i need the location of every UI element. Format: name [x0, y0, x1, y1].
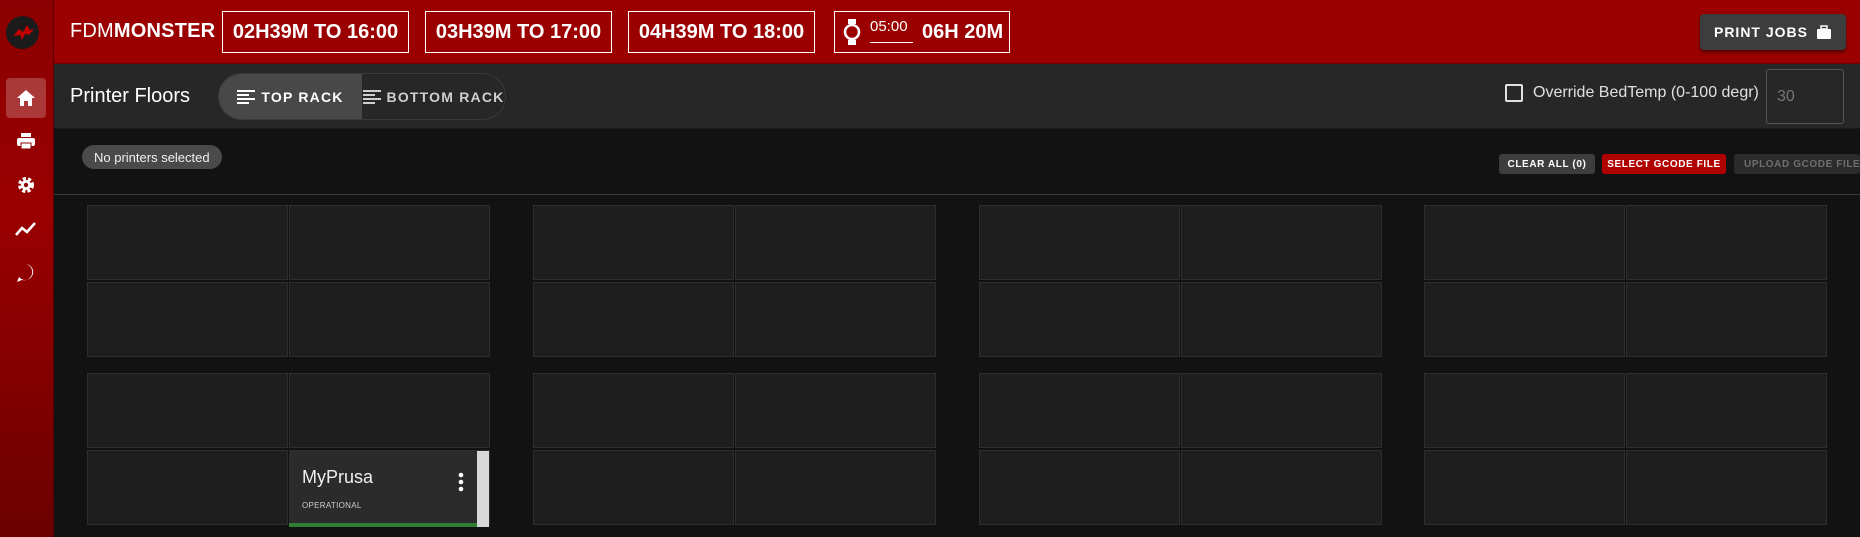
text-lines-icon — [362, 89, 381, 104]
shift-time-label: 03H39M TO 17:00 — [435, 20, 602, 43]
shift-time-label: 02H39M TO 16:00 — [232, 20, 399, 43]
top-bar: FDMMONSTER 02H39M TO 16:00 03H39M TO 17:… — [54, 0, 1860, 64]
cutoff-divider — [870, 42, 913, 43]
dragon-logo-icon — [12, 24, 34, 40]
printer-slot[interactable] — [1181, 282, 1382, 357]
svg-text:?: ? — [23, 268, 30, 280]
floor-label: BOTTOM RACK — [386, 88, 505, 105]
printer-slot[interactable] — [533, 450, 734, 525]
printer-slot[interactable] — [735, 205, 936, 280]
shift-time-box: 03H39M TO 17:00 — [425, 11, 612, 53]
chart-line-icon — [15, 222, 36, 236]
sidebar: ? — [0, 0, 54, 537]
printer-status-bar — [289, 523, 477, 527]
printer-slot[interactable] — [735, 373, 936, 448]
printer-slot[interactable] — [289, 373, 490, 448]
brand-prefix: FDM — [70, 20, 114, 42]
printer-progress-bar — [477, 451, 489, 527]
printer-slot[interactable] — [735, 282, 936, 357]
sidebar-item-settings[interactable] — [6, 165, 46, 205]
printer-slot[interactable] — [1626, 205, 1827, 280]
printer-slot[interactable] — [1181, 373, 1382, 448]
printer-slot[interactable] — [87, 373, 288, 448]
floor-label: TOP RACK — [261, 88, 344, 105]
override-bedtemp-label: Override BedTemp (0-100 degr) — [1533, 84, 1759, 101]
printer-slot[interactable] — [1626, 373, 1827, 448]
text-lines-icon — [237, 89, 256, 104]
printer-slot[interactable] — [533, 205, 734, 280]
app-brand: FDMMONSTER — [70, 20, 215, 43]
sidebar-item-home[interactable] — [6, 78, 46, 118]
printer-slot[interactable] — [1424, 282, 1625, 357]
sidebar-item-statistics[interactable] — [6, 209, 46, 249]
printer-slot[interactable] — [1424, 373, 1625, 448]
print-jobs-button[interactable]: PRINT JOBS — [1700, 14, 1846, 50]
printer-slot[interactable] — [979, 373, 1180, 448]
printer-name: MyPrusa — [302, 467, 374, 487]
printer-tile[interactable]: MyPrusa OPERATIONAL — [289, 451, 489, 527]
shift-time-box: 02H39M TO 16:00 — [222, 11, 409, 53]
help-icon: ? — [17, 264, 34, 282]
printer-slot[interactable] — [979, 282, 1180, 357]
gear-icon — [18, 177, 34, 193]
selection-chip: No printers selected — [82, 145, 222, 169]
printer-slot[interactable] — [1424, 450, 1625, 525]
printer-slot[interactable] — [1181, 450, 1382, 525]
cutoff-time-box: 05:00 06H 20M — [834, 11, 1010, 53]
override-bedtemp-checkbox[interactable] — [1505, 84, 1523, 102]
printer-slot[interactable] — [87, 205, 288, 280]
override-bedtemp: Override BedTemp (0-100 degr) — [1505, 84, 1759, 102]
page-title: Printer Floors — [70, 85, 191, 107]
sidebar-item-help[interactable]: ? — [6, 253, 46, 293]
home-icon — [17, 90, 35, 106]
tab-top-rack[interactable]: TOP RACK — [219, 74, 362, 119]
printer-slot[interactable] — [1626, 450, 1827, 525]
brand-name: MONSTER — [113, 20, 216, 42]
cutoff-time: 05:00 — [870, 18, 908, 35]
watch-icon — [843, 19, 861, 45]
printer-status: OPERATIONAL — [302, 501, 362, 510]
printer-slot[interactable] — [87, 450, 288, 525]
shift-time-label: 04H39M TO 18:00 — [638, 20, 805, 43]
floor-toggle-group: TOP RACK BOTTOM RACK — [218, 73, 506, 120]
printer-slot[interactable] — [289, 205, 490, 280]
briefcase-icon — [1817, 24, 1831, 39]
printer-slot[interactable] — [1424, 205, 1625, 280]
remaining-time: 06H 20M — [922, 21, 1004, 43]
printer-slot[interactable] — [979, 450, 1180, 525]
selection-toolbar: No printers selected CLEAR ALL (0) SELEC… — [54, 129, 1860, 195]
printer-slot[interactable] — [289, 282, 490, 357]
printer-slot[interactable] — [979, 205, 1180, 280]
printer-slot[interactable] — [87, 282, 288, 357]
printer-slot[interactable] — [1626, 282, 1827, 357]
floor-toolbar: Printer Floors TOP RACK BOTTOM RACK Over… — [54, 64, 1860, 129]
bedtemp-input[interactable] — [1766, 69, 1844, 124]
printer-slot[interactable] — [1181, 205, 1382, 280]
app-logo[interactable] — [6, 16, 39, 49]
shift-time-box: 04H39M TO 18:00 — [628, 11, 815, 53]
tab-bottom-rack[interactable]: BOTTOM RACK — [362, 74, 505, 119]
printer-icon — [17, 133, 35, 150]
print-jobs-label: PRINT JOBS — [1713, 24, 1808, 40]
select-gcode-button[interactable]: SELECT GCODE FILE — [1602, 154, 1726, 174]
printer-slot[interactable] — [735, 450, 936, 525]
more-vertical-icon[interactable] — [455, 471, 467, 493]
upload-gcode-button[interactable]: UPLOAD GCODE FILE — [1734, 154, 1860, 174]
printer-slot[interactable] — [533, 282, 734, 357]
printer-slot[interactable] — [533, 373, 734, 448]
sidebar-item-printers[interactable] — [6, 121, 46, 161]
clear-all-button[interactable]: CLEAR ALL (0) — [1499, 154, 1595, 174]
